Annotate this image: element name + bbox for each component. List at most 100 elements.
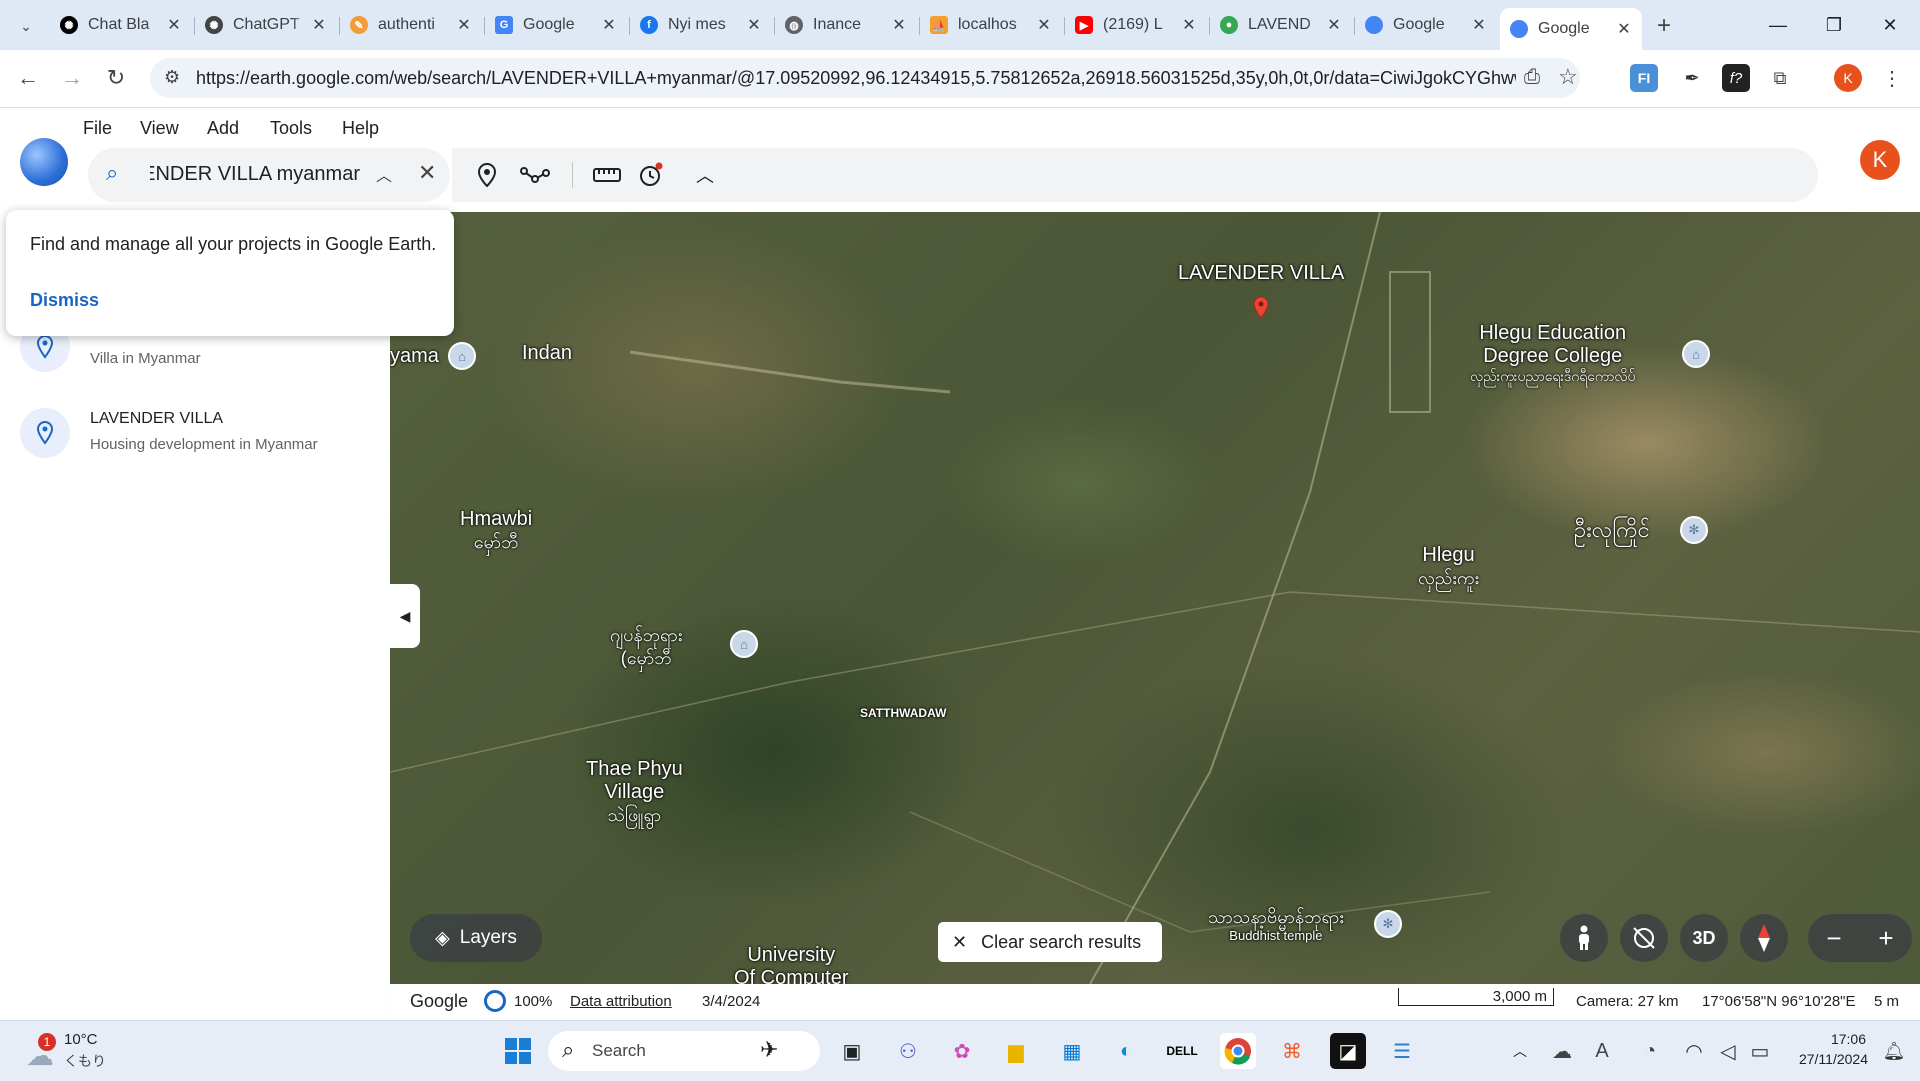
menu-add[interactable]: Add: [207, 118, 239, 139]
map-label-hmawbi[interactable]: Hmawbi မှော်ဘီ: [460, 508, 532, 554]
close-window-button[interactable]: ✕: [1870, 10, 1910, 40]
forward-button[interactable]: →: [56, 62, 88, 94]
menu-view[interactable]: View: [140, 118, 179, 139]
ime-icon[interactable]: A: [1584, 1033, 1620, 1069]
close-icon[interactable]: ✕: [1326, 15, 1342, 35]
browser-menu-icon[interactable]: ⋮: [1878, 64, 1906, 92]
url-text[interactable]: https://earth.google.com/web/search/LAVE…: [196, 68, 1516, 89]
notepad-icon[interactable]: ☰: [1384, 1033, 1420, 1069]
profile-avatar[interactable]: K: [1834, 64, 1862, 92]
toggle-3d-button[interactable]: 3D: [1680, 914, 1728, 962]
close-icon[interactable]: ✕: [311, 15, 327, 35]
menu-help[interactable]: Help: [342, 118, 379, 139]
clock-time[interactable]: 17:06: [1806, 1031, 1866, 1047]
close-icon[interactable]: ✕: [746, 15, 762, 35]
close-icon[interactable]: ✕: [456, 15, 472, 35]
map-label-buddhist-temple[interactable]: သာသနာ့ဗိမ္မာန်ဘုရား Buddhist temple: [1208, 906, 1344, 943]
tab-google-translate[interactable]: G Google ✕: [485, 8, 627, 42]
search-input[interactable]: LAVENDER VILLA myanmar: [150, 163, 360, 186]
chrome-icon[interactable]: [1220, 1033, 1256, 1069]
clear-search-icon[interactable]: ✕: [418, 160, 436, 186]
tab-authenti[interactable]: ✎ authenti ✕: [340, 8, 482, 42]
back-button[interactable]: ←: [12, 62, 44, 94]
new-tab-button[interactable]: +: [1648, 10, 1680, 42]
compass-icon[interactable]: [1740, 914, 1788, 962]
map-label-indan[interactable]: Indan: [522, 342, 572, 365]
task-view-icon[interactable]: ▣: [834, 1033, 870, 1069]
notifications-bell-icon[interactable]: 🔔︎: [1876, 1033, 1912, 1069]
tab-maps[interactable]: ● LAVEND ✕: [1210, 8, 1352, 42]
windows-start-icon[interactable]: [500, 1033, 536, 1069]
close-icon[interactable]: ✕: [166, 15, 182, 35]
tab-youtube[interactable]: ▶ (2169) L ✕: [1065, 8, 1207, 42]
list-item[interactable]: LAVENDER VILLA Housing development in My…: [0, 398, 390, 468]
historical-imagery-icon[interactable]: [636, 160, 666, 190]
battery-icon[interactable]: ▭: [1742, 1033, 1778, 1069]
collapse-panel-button[interactable]: ◀: [390, 584, 420, 648]
store-icon[interactable]: ▦: [1054, 1033, 1090, 1069]
reload-button[interactable]: ↻: [100, 62, 132, 94]
landmark-icon[interactable]: ⌂: [730, 630, 758, 658]
add-placemark-icon[interactable]: [472, 160, 502, 190]
copilot-icon[interactable]: ✿: [944, 1033, 980, 1069]
menu-file[interactable]: File: [83, 118, 112, 139]
formula-extension-icon[interactable]: f?: [1722, 64, 1750, 92]
chevron-up-icon[interactable]: ︿: [376, 162, 392, 186]
map-view[interactable]: LAVENDER VILLA yama ⌂ Indan Hmawbi မှော်…: [390, 212, 1920, 984]
map-label-japanese-pagoda[interactable]: ဂျပန်ဘုရား (မှော်ဘီ: [610, 624, 682, 670]
map-label-hlegu[interactable]: Hlegu လှည်းကူး: [1418, 544, 1479, 590]
layers-button[interactable]: ◈ Layers: [410, 914, 542, 962]
file-explorer-icon[interactable]: ▆: [998, 1033, 1034, 1069]
extensions-puzzle-icon[interactable]: ⧉: [1766, 64, 1794, 92]
location-marker-icon[interactable]: [1252, 296, 1270, 325]
focus-icon[interactable]: ◔: [1632, 1033, 1668, 1069]
wifi-icon[interactable]: ◠: [1676, 1033, 1712, 1069]
map-label-lavender-villa[interactable]: LAVENDER VILLA: [1178, 262, 1344, 285]
map-label-satthwadaw[interactable]: SATTHWADAW: [860, 706, 946, 720]
data-attribution-link[interactable]: Data attribution: [570, 993, 672, 1010]
dismiss-button[interactable]: Dismiss: [30, 290, 99, 311]
minimize-button[interactable]: —: [1758, 10, 1798, 40]
bookmark-star-icon[interactable]: ☆: [1558, 64, 1578, 90]
clear-search-results-button[interactable]: ✕ Clear search results: [938, 922, 1162, 962]
xampp-icon[interactable]: ⌘: [1274, 1033, 1310, 1069]
tab-search-button[interactable]: ⌄: [10, 10, 42, 42]
zoom-out-button[interactable]: −: [1826, 923, 1841, 954]
tab-facebook[interactable]: f Nyi mes ✕: [630, 8, 772, 42]
dell-icon[interactable]: DELL: [1164, 1033, 1200, 1069]
rotate-lock-icon[interactable]: [1620, 914, 1668, 962]
onedrive-icon[interactable]: ☁: [1544, 1033, 1580, 1069]
chevron-up-icon[interactable]: ︿: [690, 160, 720, 190]
weather-widget[interactable]: ☁ 1: [20, 1033, 58, 1071]
tab-inance[interactable]: ◍ Inance ✕: [775, 8, 917, 42]
ruler-icon[interactable]: [592, 160, 622, 190]
tab-chat-bla[interactable]: ✺ Chat Bla ✕: [50, 8, 192, 42]
site-settings-icon[interactable]: ⚙: [164, 67, 180, 88]
extension-icon[interactable]: FI: [1630, 64, 1658, 92]
google-earth-logo[interactable]: [20, 138, 68, 186]
map-label-pagoda[interactable]: ဦးလုကြိုင်: [1574, 518, 1650, 541]
search-box[interactable]: ⌕ LAVENDER VILLA myanmar ︿ ✕: [88, 148, 450, 202]
account-avatar[interactable]: K: [1860, 140, 1900, 180]
restore-button[interactable]: ❐: [1814, 10, 1854, 40]
clock-date[interactable]: 27/11/2024: [1788, 1051, 1868, 1067]
map-label-thae-phyu[interactable]: Thae Phyu Village သဲဖြူရွာ: [586, 758, 683, 827]
tab-localhost[interactable]: ⛵ localhos ✕: [920, 8, 1062, 42]
menu-tools[interactable]: Tools: [270, 118, 312, 139]
temple-icon[interactable]: ✻: [1374, 910, 1402, 938]
landmark-icon[interactable]: ⌂: [448, 342, 476, 370]
chevron-up-icon[interactable]: ︿: [1502, 1033, 1538, 1069]
capcut-icon[interactable]: ◪: [1330, 1033, 1366, 1069]
teams-icon[interactable]: ⚇: [890, 1033, 926, 1069]
speaker-muted-icon[interactable]: ◁: [1710, 1033, 1746, 1069]
tab-google-earth[interactable]: Google ✕: [1355, 8, 1497, 42]
zoom-in-button[interactable]: +: [1878, 923, 1893, 954]
add-path-icon[interactable]: [518, 160, 552, 190]
close-icon[interactable]: ✕: [891, 15, 907, 35]
taskbar-search[interactable]: ⌕ Search ✈: [548, 1031, 820, 1071]
map-label-hlegu-college[interactable]: Hlegu Education Degree College လှည်းကူးပ…: [1470, 322, 1635, 384]
school-icon[interactable]: ⌂: [1682, 340, 1710, 368]
close-icon[interactable]: ✕: [1616, 19, 1632, 39]
close-icon[interactable]: ✕: [601, 15, 617, 35]
pegman-icon[interactable]: [1560, 914, 1608, 962]
